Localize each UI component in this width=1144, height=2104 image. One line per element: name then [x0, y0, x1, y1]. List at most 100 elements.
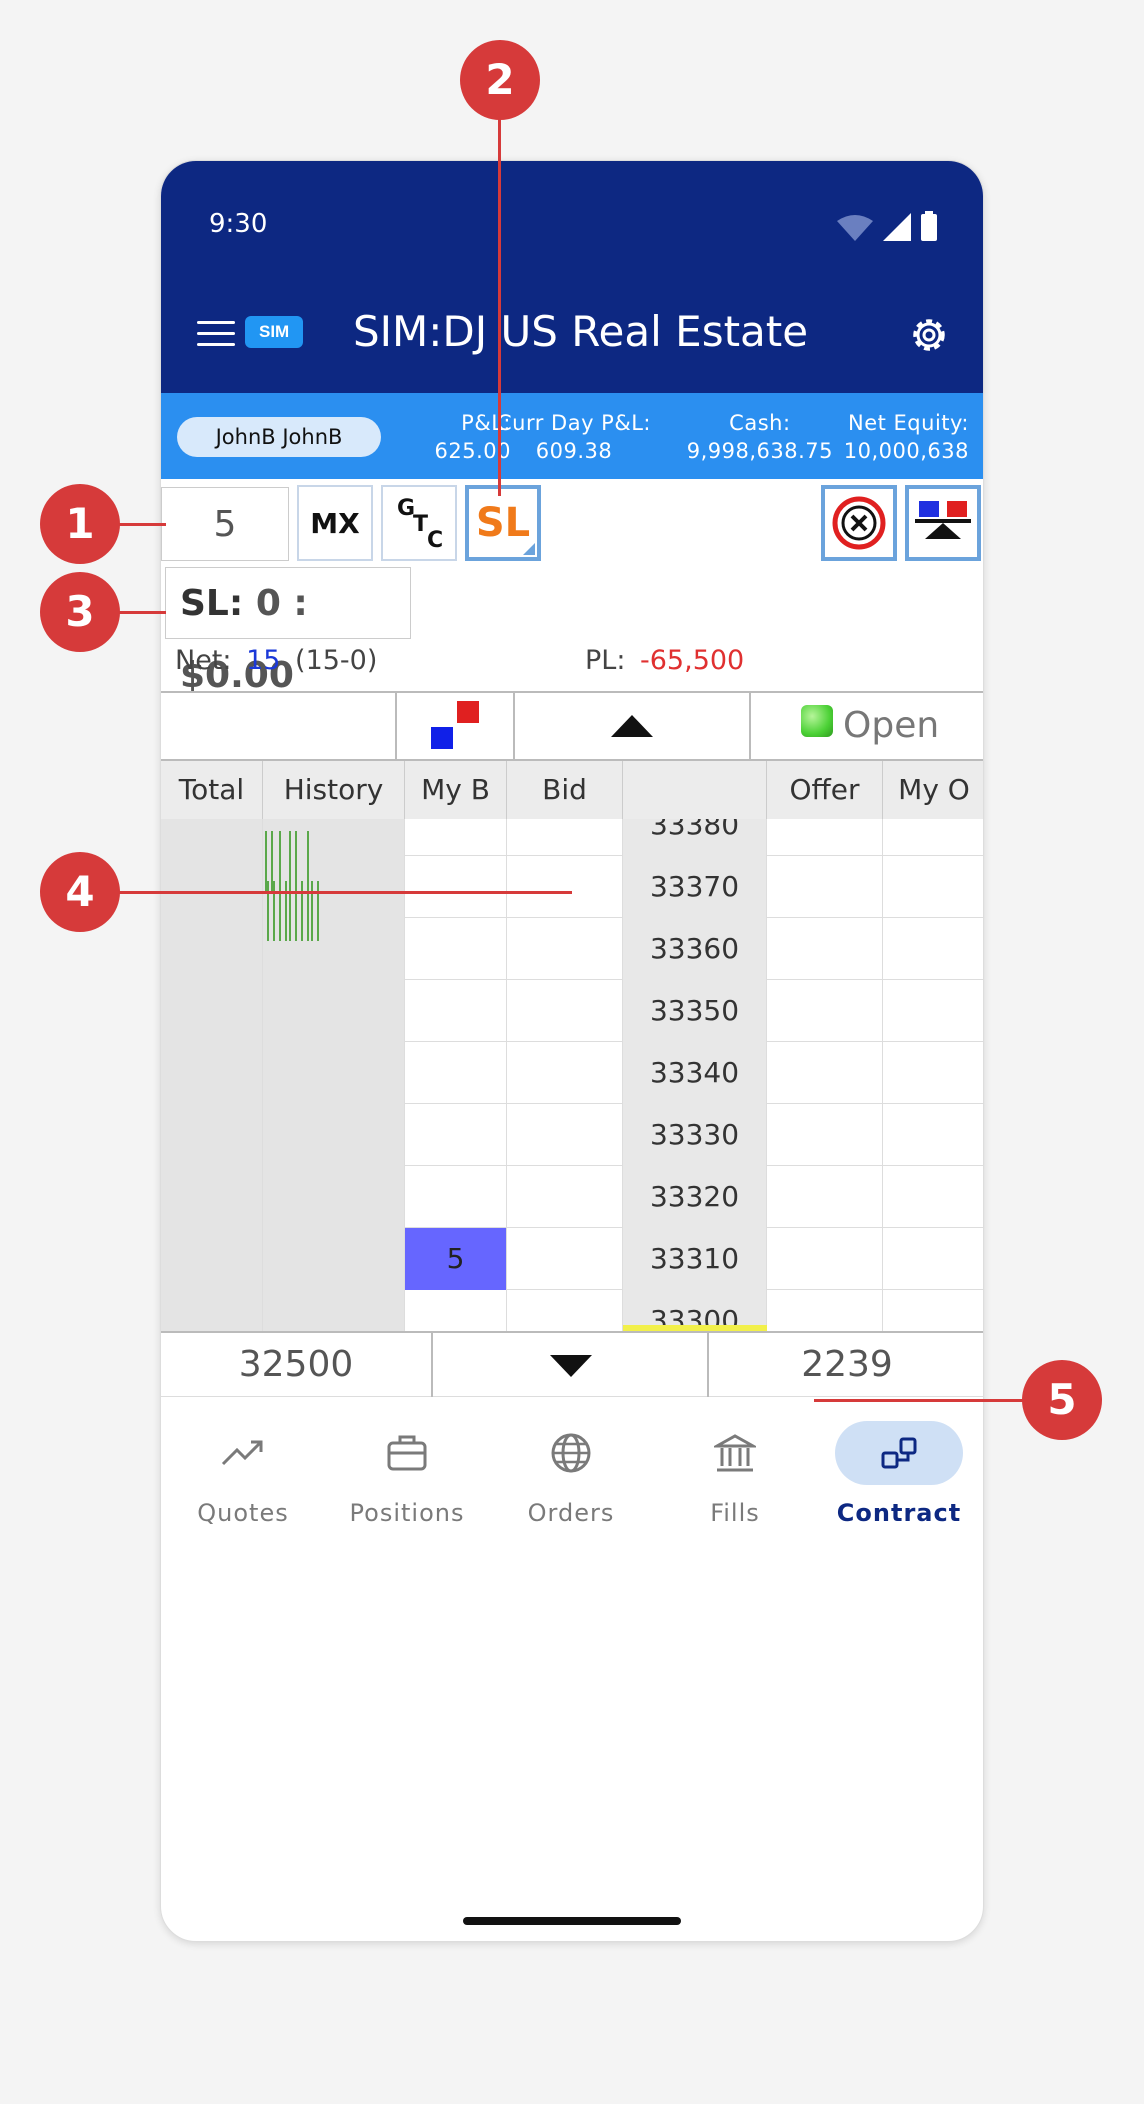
scroll-down-button[interactable]: [433, 1333, 709, 1397]
offer-cell[interactable]: [767, 1042, 883, 1104]
my-offer-cell[interactable]: [883, 1228, 983, 1290]
my-bid-cell[interactable]: [405, 980, 507, 1042]
market-state: Open: [751, 693, 983, 759]
flatten-button[interactable]: [905, 485, 981, 561]
cash-label: Cash:: [729, 411, 791, 435]
ladder-row: 33320: [161, 1166, 983, 1228]
gear-icon[interactable]: [907, 313, 951, 357]
mx-button[interactable]: MX: [297, 485, 373, 561]
history-bar: [289, 881, 291, 941]
sl-button[interactable]: SL: [465, 485, 541, 561]
history-cell: [263, 1042, 405, 1104]
offer-cell[interactable]: [767, 819, 883, 856]
quantity-field[interactable]: 5: [161, 487, 289, 561]
equity-stat: Net Equity: 10,000,638: [844, 409, 969, 465]
offer-cell[interactable]: [767, 1166, 883, 1228]
curr-day-stat: Curr Day P&L: 609.38: [497, 409, 651, 465]
nav-fills[interactable]: Fills: [653, 1399, 817, 1559]
history-cell: [263, 819, 405, 856]
total-cell: [161, 1042, 263, 1104]
my-offer-cell[interactable]: [883, 1042, 983, 1104]
offer-cell[interactable]: [767, 1104, 883, 1166]
my-bid-cell[interactable]: [405, 1290, 507, 1331]
position-pl-value: -65,500: [640, 645, 745, 676]
user-pill[interactable]: JohnB JohnB: [177, 417, 381, 457]
bid-cell[interactable]: [507, 856, 623, 918]
total-cell: [161, 1166, 263, 1228]
my-offer-cell[interactable]: [883, 918, 983, 980]
offer-cell[interactable]: [767, 1228, 883, 1290]
scroll-up-button[interactable]: [515, 693, 751, 759]
my-bid-cell[interactable]: [405, 819, 507, 856]
history-bar: [307, 881, 309, 941]
bid-cell[interactable]: [507, 1104, 623, 1166]
my-bid-cell[interactable]: [405, 1042, 507, 1104]
bid-cell[interactable]: [507, 980, 623, 1042]
recenter-button[interactable]: [397, 693, 515, 759]
my-offer-cell[interactable]: [883, 819, 983, 856]
position-pl: PL: -65,500: [585, 645, 744, 676]
my-bid-cell[interactable]: [405, 1166, 507, 1228]
history-bar: [267, 881, 269, 941]
contract-icon: [881, 1437, 917, 1469]
bid-cell[interactable]: [507, 918, 623, 980]
offer-cell[interactable]: [767, 1290, 883, 1331]
bank-icon: [714, 1434, 756, 1472]
gtc-button[interactable]: G T C: [381, 485, 457, 561]
col-price: [623, 761, 767, 819]
home-indicator[interactable]: [463, 1917, 681, 1925]
callout-4: 4: [40, 852, 120, 932]
globe-icon: [551, 1433, 591, 1473]
history-cell: [263, 1290, 405, 1331]
price-ladder: 33380 33370 33360 33350 33340 33330 33320 5 3331…: [161, 819, 983, 1331]
price-cell: 33370: [623, 856, 767, 918]
my-offer-cell[interactable]: [883, 980, 983, 1042]
sl-status: SL: 0 : $0.00: [165, 567, 411, 696]
total-cell: [161, 819, 263, 856]
my-bid-cell[interactable]: [405, 918, 507, 980]
sl-status-label: SL:: [180, 583, 244, 624]
col-history: History: [263, 761, 405, 819]
price-cell: 33350: [623, 980, 767, 1042]
my-bid-cell[interactable]: 5: [405, 1228, 507, 1290]
bid-cell[interactable]: [507, 1166, 623, 1228]
account-bar: JohnB JohnB P&L: 625.00 Curr Day P&L: 60…: [161, 393, 983, 479]
my-offer-cell[interactable]: [883, 1104, 983, 1166]
callout-3: 3: [40, 572, 120, 652]
bid-cell[interactable]: [507, 1228, 623, 1290]
bid-cell[interactable]: [507, 1042, 623, 1104]
triangle-up-icon: [611, 715, 653, 737]
callout-5: 5: [1022, 1360, 1102, 1440]
sl-label: SL: [475, 500, 531, 546]
my-offer-cell[interactable]: [883, 1166, 983, 1228]
green-light-icon: [801, 705, 833, 737]
ladder-row: 33330: [161, 1104, 983, 1166]
total-cell: [161, 1228, 263, 1290]
nav-contract[interactable]: Contract: [817, 1399, 981, 1559]
battery-icon: [921, 211, 937, 241]
bid-cell[interactable]: [507, 819, 623, 856]
my-offer-cell[interactable]: [883, 856, 983, 918]
nav-contract-label: Contract: [836, 1499, 962, 1527]
callout-2-line: [498, 118, 501, 496]
my-offer-cell[interactable]: [883, 1290, 983, 1331]
offer-cell[interactable]: [767, 918, 883, 980]
offer-cell[interactable]: [767, 980, 883, 1042]
nav-orders[interactable]: Orders: [489, 1399, 653, 1559]
price-cell: 33320: [623, 1166, 767, 1228]
offer-cell[interactable]: [767, 856, 883, 918]
nav-quotes[interactable]: Quotes: [161, 1399, 325, 1559]
bid-cell[interactable]: [507, 1290, 623, 1331]
page-title: SIM:DJ US Real Estate: [353, 307, 809, 356]
cancel-all-button[interactable]: [821, 485, 897, 561]
nav-positions-label: Positions: [349, 1499, 465, 1527]
blank-control: [161, 693, 397, 759]
my-bid-cell[interactable]: [405, 1104, 507, 1166]
svg-text:T: T: [413, 512, 428, 537]
callout-1-line: [118, 523, 166, 526]
total-cell: [161, 918, 263, 980]
nav-positions[interactable]: Positions: [325, 1399, 489, 1559]
history-bar: [317, 881, 319, 941]
menu-icon[interactable]: [197, 321, 235, 349]
my-bid-cell[interactable]: [405, 856, 507, 918]
